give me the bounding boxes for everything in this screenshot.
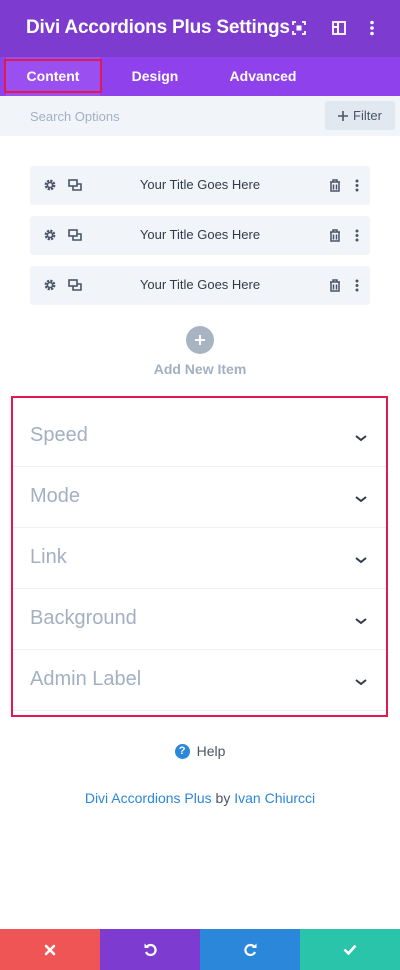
sidebar-layout-icon[interactable] (330, 19, 348, 37)
redo-button[interactable] (200, 929, 300, 970)
chevron-down-icon (355, 435, 367, 442)
trash-icon[interactable] (327, 277, 343, 293)
plus-icon (338, 110, 349, 121)
toggle-background[interactable]: Background (13, 589, 386, 650)
footer-action-bar (0, 929, 400, 970)
trash-icon[interactable] (327, 177, 343, 193)
more-vertical-icon[interactable] (349, 177, 365, 193)
credit-by: by (215, 790, 231, 806)
tab-design[interactable]: Design (114, 57, 196, 96)
close-icon (44, 944, 56, 955)
more-vertical-icon[interactable] (363, 19, 381, 37)
check-icon (343, 944, 357, 955)
item-title: Your Title Goes Here (139, 177, 261, 192)
discard-button[interactable] (0, 929, 100, 970)
toggle-label: Mode (30, 485, 81, 507)
search-input[interactable] (0, 96, 320, 136)
toggle-label: Link (30, 546, 67, 568)
chevron-down-icon (355, 618, 367, 625)
author-link[interactable]: Ivan Chiurcci (234, 790, 315, 806)
tab-content[interactable]: Content (6, 57, 100, 96)
save-button[interactable] (300, 929, 400, 970)
item-title: Your Title Goes Here (139, 227, 261, 242)
tab-bar: Content Design Advanced (0, 57, 400, 96)
chevron-down-icon (355, 679, 367, 686)
undo-icon (144, 943, 157, 957)
trash-icon[interactable] (327, 227, 343, 243)
toggle-label: Background (30, 607, 137, 629)
toggle-speed[interactable]: Speed (13, 406, 386, 467)
plugin-link[interactable]: Divi Accordions Plus (85, 790, 212, 806)
credit-line: Divi Accordions Plus by Ivan Chiurcci (0, 790, 400, 806)
help-icon: ? (174, 743, 190, 759)
item-title: Your Title Goes Here (139, 277, 261, 292)
more-vertical-icon[interactable] (349, 227, 365, 243)
help-label: Help (196, 743, 226, 759)
redo-icon (243, 943, 256, 957)
more-vertical-icon[interactable] (349, 277, 365, 293)
add-item-button[interactable] (186, 326, 214, 354)
chevron-down-icon (355, 496, 367, 503)
toggle-label: Admin Label (30, 668, 142, 690)
modal-title: Divi Accordions Plus Settings (26, 17, 290, 38)
modal-header: Divi Accordions Plus Settings (0, 0, 400, 57)
list-item[interactable]: Your Title Goes Here (30, 166, 370, 205)
toggle-mode[interactable]: Mode (13, 467, 386, 528)
filter-button[interactable]: Filter (325, 101, 395, 130)
chevron-down-icon (355, 557, 367, 564)
expand-icon[interactable] (290, 19, 308, 37)
list-item[interactable]: Your Title Goes Here (30, 266, 370, 305)
filter-label: Filter (353, 108, 382, 123)
toggle-link[interactable]: Link (13, 528, 386, 589)
help-link[interactable]: ? Help (0, 741, 400, 761)
plus-icon (195, 335, 205, 345)
tab-advanced[interactable]: Advanced (216, 57, 310, 96)
toggle-label: Speed (30, 424, 88, 446)
toggle-admin-label[interactable]: Admin Label (13, 650, 386, 711)
undo-button[interactable] (100, 929, 200, 970)
add-item-label[interactable]: Add New Item (0, 361, 400, 377)
list-item[interactable]: Your Title Goes Here (30, 216, 370, 255)
